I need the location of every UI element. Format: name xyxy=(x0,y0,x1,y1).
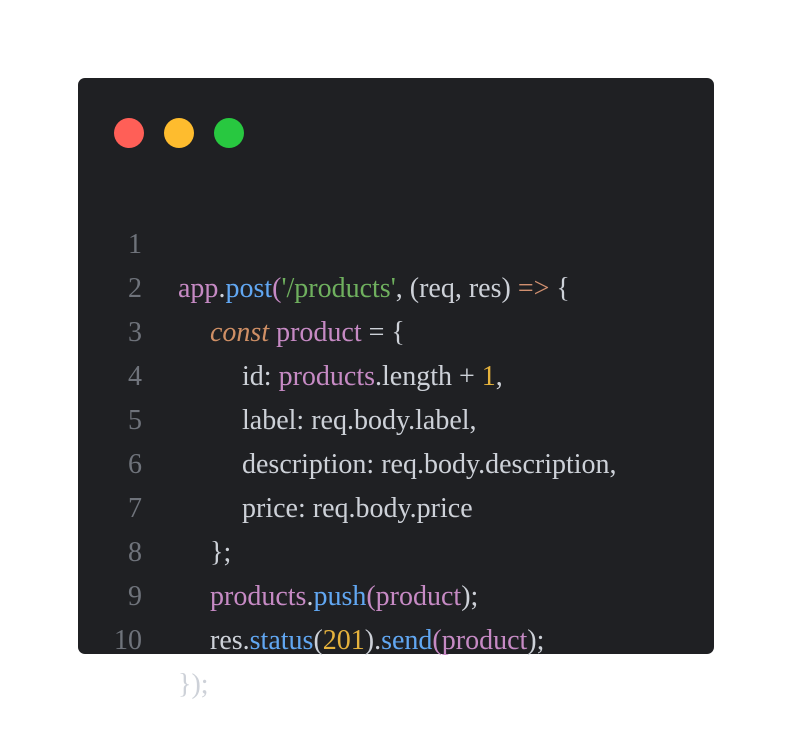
code-line: 4 label: req.body.label, xyxy=(78,311,714,436)
code-line: 6 price: req.body.price xyxy=(78,399,714,524)
code-line: 1 app.post('/products', (req, res) => { xyxy=(78,179,714,304)
punctuation: ); xyxy=(527,625,545,656)
identifier: res. xyxy=(210,625,250,656)
close-button[interactable] xyxy=(114,118,144,148)
identifier: product xyxy=(441,625,528,656)
code-block: 1 app.post('/products', (req, res) => { … xyxy=(78,179,714,700)
code-line: 8 products.push(product); xyxy=(78,487,714,612)
number-literal: 201 xyxy=(322,625,365,656)
code-line: 3 id: products.length + 1, xyxy=(78,267,714,392)
punctuation: ( xyxy=(313,625,323,656)
method: send xyxy=(381,625,433,656)
code-line: 5 description: req.body.description, xyxy=(78,355,714,480)
punctuation: ). xyxy=(364,625,382,656)
punctuation: ( xyxy=(432,625,442,656)
line-number: 10 xyxy=(114,625,142,656)
punctuation: }); xyxy=(178,669,209,700)
method: status xyxy=(249,625,314,656)
code-line: 9 res.status(201).send(product); xyxy=(78,531,714,656)
minimize-button[interactable] xyxy=(164,118,194,148)
line-content: }); xyxy=(178,663,209,707)
maximize-button[interactable] xyxy=(214,118,244,148)
line-content: res.status(201).send(product); xyxy=(178,619,544,663)
code-line: 7 }; xyxy=(78,443,714,568)
code-line: 2 const product = { xyxy=(78,223,714,348)
code-window: 1 app.post('/products', (req, res) => { … xyxy=(78,78,714,700)
code-line: 10 }); xyxy=(78,575,714,700)
